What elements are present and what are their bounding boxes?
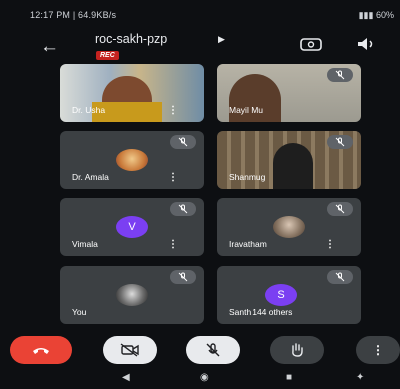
mic-off-icon bbox=[178, 272, 188, 282]
mic-off-icon bbox=[335, 204, 345, 214]
nav-back-icon[interactable]: ◀ bbox=[122, 372, 130, 383]
hand-icon bbox=[292, 343, 303, 357]
status-bar: 12:17 PM | 64.9KB/s ▮▮▮ 60% bbox=[0, 0, 400, 26]
muted-badge bbox=[327, 135, 353, 149]
nav-recents-icon[interactable]: ■ bbox=[286, 372, 292, 383]
participant-tile[interactable]: V Vimala ⋮ bbox=[60, 198, 204, 256]
mic-off-icon bbox=[335, 137, 345, 147]
nav-home-icon[interactable]: ◉ bbox=[200, 372, 209, 383]
switch-camera-icon[interactable] bbox=[300, 37, 322, 51]
avatar bbox=[273, 216, 305, 238]
participant-name: Mayil Mu bbox=[229, 105, 264, 115]
more-options-button[interactable]: ⋮ bbox=[356, 336, 400, 364]
system-nav-bar: ◀ ◉ ■ ✦ bbox=[0, 370, 400, 389]
participant-tile[interactable]: Iravatham ⋮ bbox=[217, 198, 361, 256]
others-count: 144 others bbox=[252, 307, 293, 317]
muted-badge bbox=[327, 202, 353, 216]
accessibility-icon[interactable]: ✦ bbox=[356, 372, 364, 383]
avatar: S bbox=[265, 284, 297, 306]
muted-badge bbox=[327, 270, 353, 284]
mic-off-icon bbox=[335, 272, 345, 282]
wifi-icon: ▮▮▮ bbox=[358, 10, 374, 20]
participant-figure bbox=[273, 143, 313, 189]
tile-options-icon[interactable]: ⋮ bbox=[168, 239, 178, 250]
tile-options-icon[interactable]: ⋮ bbox=[325, 239, 335, 250]
tile-options-icon[interactable]: ⋮ bbox=[168, 172, 178, 183]
participant-name: Santh144 others bbox=[229, 307, 292, 317]
participant-name: You bbox=[72, 307, 87, 317]
meeting-header: ← roc-sakh-pzp ▶ REC bbox=[0, 26, 400, 68]
participant-name: Iravatham bbox=[229, 239, 267, 249]
muted-badge bbox=[327, 68, 353, 82]
participant-name: Shanmug bbox=[229, 172, 266, 182]
mic-off-icon bbox=[335, 70, 345, 80]
camera-off-icon bbox=[120, 343, 139, 357]
meeting-code[interactable]: roc-sakh-pzp bbox=[95, 32, 167, 46]
participant-tile[interactable]: Mayil Mu bbox=[217, 64, 361, 122]
mic-off-icon bbox=[178, 204, 188, 214]
participant-tile[interactable]: Shanmug bbox=[217, 131, 361, 189]
mic-off-icon bbox=[178, 137, 188, 147]
mic-toggle-button[interactable] bbox=[186, 336, 240, 364]
participant-name: Dr. Amala bbox=[72, 172, 109, 182]
participant-tile-self[interactable]: You bbox=[60, 266, 204, 324]
end-call-button[interactable] bbox=[10, 336, 72, 364]
camera-toggle-button[interactable] bbox=[103, 336, 157, 364]
battery-label: 60% bbox=[375, 10, 394, 20]
avatar: V bbox=[116, 216, 148, 238]
tile-options-icon[interactable]: ⋮ bbox=[168, 105, 178, 116]
participant-name: Dr. Usha bbox=[72, 105, 106, 115]
mic-off-icon bbox=[206, 343, 220, 357]
recording-badge: REC bbox=[96, 51, 119, 60]
speaker-icon[interactable] bbox=[356, 37, 376, 51]
status-time: 12:17 PM | 64.9KB/s bbox=[30, 10, 117, 20]
participant-tile[interactable]: Dr. Usha ⋮ bbox=[60, 64, 204, 122]
avatar bbox=[116, 149, 148, 171]
raise-hand-button[interactable] bbox=[270, 336, 324, 364]
muted-badge bbox=[170, 135, 196, 149]
back-arrow-icon[interactable]: ← bbox=[40, 36, 59, 58]
caret-right-icon[interactable]: ▶ bbox=[218, 34, 225, 45]
participant-name: Vimala bbox=[72, 239, 98, 249]
participant-name-text: Santh bbox=[229, 307, 252, 317]
status-right: ▮▮▮ 60% bbox=[359, 10, 394, 21]
muted-badge bbox=[170, 270, 196, 284]
muted-badge bbox=[170, 202, 196, 216]
avatar bbox=[116, 284, 148, 306]
participant-tile[interactable]: Dr. Amala ⋮ bbox=[60, 131, 204, 189]
call-controls: ⋮ bbox=[0, 336, 400, 366]
participant-tile-overflow[interactable]: S Santh144 others bbox=[217, 266, 361, 324]
phone-hangup-icon bbox=[33, 348, 49, 354]
